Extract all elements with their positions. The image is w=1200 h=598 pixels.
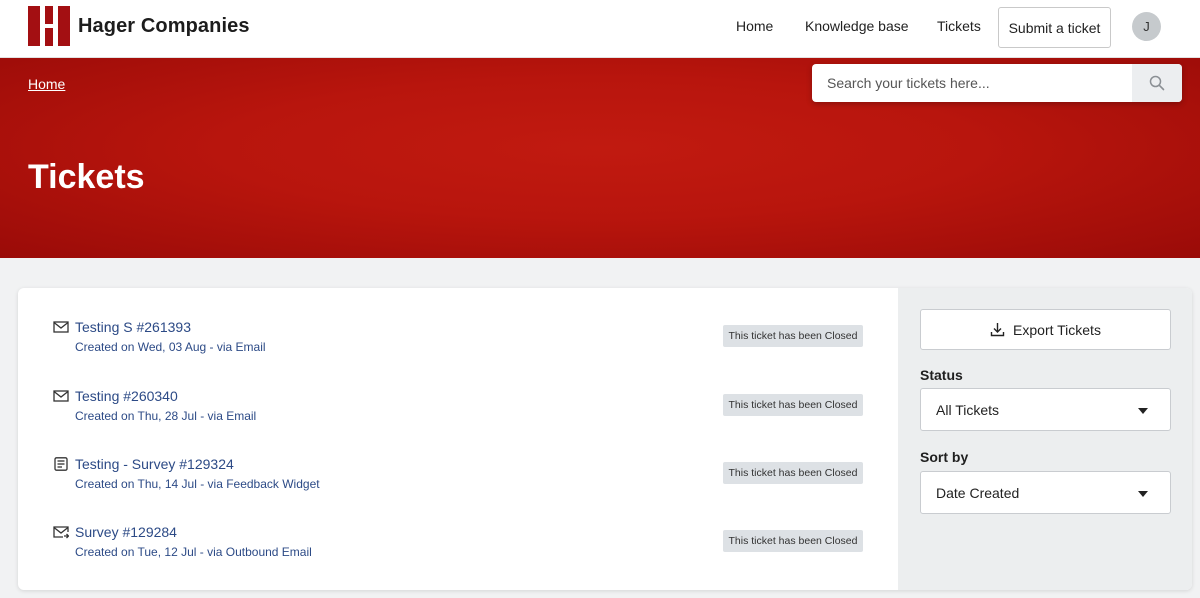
company-logo[interactable] bbox=[28, 6, 70, 46]
filter-sidebar: Export Tickets Status All Tickets Sort b… bbox=[898, 288, 1192, 590]
tickets-card: Testing S #261393 Created on Wed, 03 Aug… bbox=[18, 288, 1192, 590]
ticket-search bbox=[812, 64, 1182, 102]
search-button[interactable] bbox=[1132, 64, 1182, 102]
download-icon bbox=[990, 323, 1005, 337]
status-select-value: All Tickets bbox=[936, 402, 1000, 418]
export-tickets-button[interactable]: Export Tickets bbox=[920, 309, 1171, 350]
ticket-row[interactable]: Testing - Survey #129324 Created on Thu,… bbox=[18, 425, 898, 491]
breadcrumb-home[interactable]: Home bbox=[28, 76, 65, 92]
sort-select-value: Date Created bbox=[936, 485, 1020, 501]
sort-select[interactable]: Date Created bbox=[920, 471, 1171, 514]
ticket-title[interactable]: Testing - Survey #129324 bbox=[75, 456, 234, 472]
ticket-title[interactable]: Survey #129284 bbox=[75, 524, 177, 540]
ticket-title[interactable]: Testing #260340 bbox=[75, 388, 178, 404]
brand-name[interactable]: Hager Companies bbox=[78, 15, 250, 38]
status-select[interactable]: All Tickets bbox=[920, 388, 1171, 431]
ticket-row[interactable]: Testing S #261393 Created on Wed, 03 Aug… bbox=[18, 288, 898, 354]
feedback-widget-icon bbox=[54, 457, 68, 471]
page-title: Tickets bbox=[28, 158, 145, 196]
ticket-created: Created on Thu, 14 Jul - via Feedback Wi… bbox=[75, 477, 320, 491]
hero-banner: Home Tickets bbox=[0, 58, 1200, 258]
ticket-created: Created on Thu, 28 Jul - via Email bbox=[75, 409, 257, 423]
nav-knowledge-base[interactable]: Knowledge base bbox=[805, 18, 909, 34]
caret-down-icon bbox=[1138, 491, 1148, 497]
caret-down-icon bbox=[1138, 408, 1148, 414]
mail-icon bbox=[53, 321, 69, 333]
status-badge: This ticket has been Closed bbox=[723, 530, 863, 552]
sort-by-label: Sort by bbox=[920, 449, 969, 465]
ticket-created: Created on Wed, 03 Aug - via Email bbox=[75, 340, 266, 354]
export-tickets-label: Export Tickets bbox=[1013, 321, 1101, 338]
status-filter-label: Status bbox=[920, 367, 963, 383]
ticket-title[interactable]: Testing S #261393 bbox=[75, 319, 191, 335]
status-badge: This ticket has been Closed bbox=[723, 325, 863, 347]
mail-icon bbox=[53, 390, 69, 402]
submit-ticket-button[interactable]: Submit a ticket bbox=[998, 7, 1111, 48]
user-avatar[interactable]: J bbox=[1132, 12, 1161, 41]
outbound-mail-icon bbox=[53, 526, 69, 539]
nav-home[interactable]: Home bbox=[736, 18, 773, 34]
nav-tickets[interactable]: Tickets bbox=[937, 18, 981, 34]
ticket-row[interactable]: Testing #260340 Created on Thu, 28 Jul -… bbox=[18, 357, 898, 423]
ticket-created: Created on Tue, 12 Jul - via Outbound Em… bbox=[75, 545, 312, 559]
status-badge: This ticket has been Closed bbox=[723, 394, 863, 416]
top-bar: Hager Companies Home Knowledge base Tick… bbox=[0, 0, 1200, 58]
search-input[interactable] bbox=[812, 64, 1132, 102]
ticket-list: Testing S #261393 Created on Wed, 03 Aug… bbox=[18, 288, 898, 590]
search-icon bbox=[1149, 75, 1165, 91]
ticket-row[interactable]: Survey #129284 Created on Tue, 12 Jul - … bbox=[18, 493, 898, 559]
status-badge: This ticket has been Closed bbox=[723, 462, 863, 484]
